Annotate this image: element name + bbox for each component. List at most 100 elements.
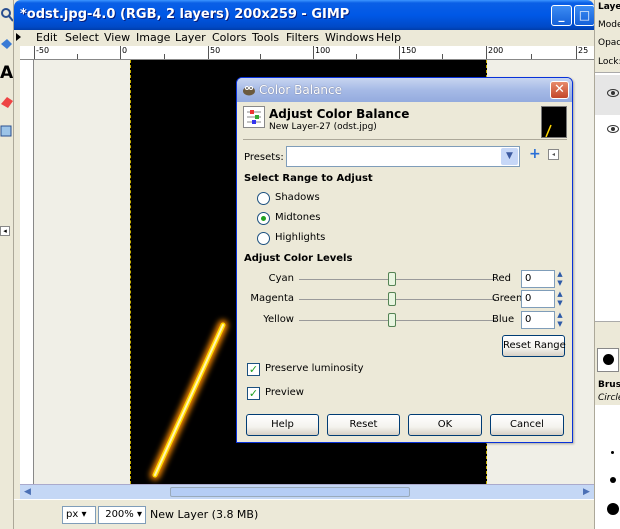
reset-range-button[interactable]: Reset Range — [502, 335, 566, 357]
dialog-titlebar[interactable]: Color Balance ✕ — [237, 78, 572, 102]
layer-row[interactable] — [595, 75, 620, 115]
slider-thumb[interactable] — [388, 272, 396, 286]
level-row-magenta-green: Magenta Green 0 ▲ ▼ — [237, 290, 572, 310]
layer-row[interactable] — [595, 111, 620, 151]
horizontal-scrollbar[interactable]: ◀ ▶ — [20, 484, 594, 500]
level-right-label: Green — [492, 293, 523, 304]
level-left-label: Yellow — [263, 314, 294, 325]
brush-dot[interactable] — [607, 503, 619, 515]
scroll-right-arrow-icon[interactable]: ▶ — [579, 485, 594, 500]
brush-dot[interactable] — [610, 477, 616, 483]
spin-arrows-icon[interactable]: ▲ ▼ — [555, 311, 565, 329]
brush-dot[interactable] — [611, 451, 614, 454]
ruler-label: 0 — [122, 46, 128, 55]
layers-dock: Laye Mode Opac Lock: Brush Circle — [594, 0, 620, 529]
toolbox-expand-icon[interactable]: ◂ — [0, 226, 10, 236]
spin-arrows-icon[interactable]: ▲ ▼ — [555, 270, 565, 288]
radio-button[interactable] — [257, 192, 270, 205]
radio-label: Highlights — [275, 232, 326, 243]
menu-view[interactable]: View — [104, 31, 130, 44]
status-text: New Layer (3.8 MB) — [150, 508, 259, 521]
maximize-button[interactable]: □ — [574, 5, 595, 26]
menu-filters[interactable]: Filters — [286, 31, 319, 44]
checkbox-checked[interactable]: ✓ — [247, 387, 260, 400]
dock-mode-label: Mode — [598, 20, 620, 30]
presets-label: Presets: — [244, 152, 284, 163]
radio-button[interactable] — [257, 212, 270, 225]
dialog-header-title: Adjust Color Balance — [269, 107, 410, 121]
unit-value: px — [66, 509, 79, 520]
slider-thumb[interactable] — [388, 292, 396, 306]
window-titlebar[interactable]: *odst.jpg-4.0 (RGB, 2 layers) 200x259 - … — [14, 0, 595, 30]
dock-opacity-label: Opac — [598, 38, 620, 48]
image-menu-arrow-icon[interactable] — [16, 33, 21, 41]
dialog-title: Color Balance — [259, 83, 343, 97]
magenta-green-spinbox[interactable]: 0 — [521, 290, 555, 308]
yellow-blue-slider[interactable] — [299, 313, 496, 327]
menu-select[interactable]: Select — [65, 31, 99, 44]
unit-select[interactable]: px ▾ — [62, 506, 96, 524]
horizontal-ruler[interactable]: -50 0 50 100 150 200 25 — [20, 46, 594, 60]
radio-button[interactable] — [257, 232, 270, 245]
menu-image[interactable]: Image — [136, 31, 170, 44]
visibility-eye-icon[interactable] — [607, 125, 619, 133]
scrollbar-thumb[interactable] — [170, 487, 410, 497]
menu-tools[interactable]: Tools — [252, 31, 279, 44]
ruler-label: 50 — [210, 46, 221, 55]
checkbox-checked[interactable]: ✓ — [247, 363, 260, 376]
level-left-label: Magenta — [250, 293, 294, 304]
help-button[interactable]: Help — [246, 414, 319, 436]
zoom-select[interactable]: 200% ▾ — [98, 506, 146, 524]
ruler-label: -50 — [36, 46, 50, 55]
brush-preview[interactable] — [597, 348, 619, 372]
ruler-label: 25 — [578, 46, 589, 55]
cancel-button[interactable]: Cancel — [490, 414, 564, 436]
cyan-red-slider[interactable] — [299, 272, 496, 286]
menu-edit[interactable]: Edit — [36, 31, 57, 44]
eraser-tool-icon[interactable] — [0, 92, 13, 110]
menu-colors[interactable]: Colors — [212, 31, 246, 44]
dock-brush-name: Circle — [598, 393, 620, 403]
layers-list[interactable] — [595, 72, 620, 322]
magnify-tool-icon[interactable] — [0, 6, 14, 24]
menu-help[interactable]: Help — [376, 31, 401, 44]
toolbox-strip: A ◂ — [0, 0, 14, 529]
ok-button[interactable]: OK — [408, 414, 482, 436]
magenta-green-slider[interactable] — [299, 292, 496, 306]
dialog-header: Adjust Color Balance New Layer-27 (odst.… — [243, 106, 567, 140]
text-tool-icon[interactable]: A — [0, 64, 13, 82]
layer-preview-thumbnail — [541, 106, 567, 138]
dock-layers-title: Laye — [598, 2, 620, 12]
gimp-wilber-icon — [243, 86, 255, 96]
scroll-left-arrow-icon[interactable]: ◀ — [20, 485, 35, 500]
dock-brushes-title: Brush — [598, 380, 620, 390]
radio-label: Shadows — [275, 192, 320, 203]
radio-label: Midtones — [275, 212, 321, 223]
minimize-button[interactable]: _ — [551, 5, 572, 26]
statusbar: px ▾ 200% ▾ New Layer (3.8 MB) — [14, 499, 594, 529]
level-right-label: Blue — [492, 314, 515, 325]
dialog-close-button[interactable]: ✕ — [550, 81, 569, 99]
reset-button[interactable]: Reset — [327, 414, 400, 436]
add-preset-icon[interactable]: + — [529, 147, 541, 161]
presets-combobox[interactable]: ▼ — [286, 146, 520, 167]
brushes-grid[interactable] — [595, 405, 620, 529]
dialog-header-subtitle: New Layer-27 (odst.jpg) — [269, 122, 377, 132]
menu-layer[interactable]: Layer — [175, 31, 206, 44]
level-row-yellow-blue: Yellow Blue 0 ▲ ▼ — [237, 311, 572, 331]
slider-thumb[interactable] — [388, 313, 396, 327]
yellow-blue-spinbox[interactable]: 0 — [521, 311, 555, 329]
visibility-eye-icon[interactable] — [607, 89, 619, 97]
bucket-fill-tool-icon[interactable] — [0, 36, 13, 54]
preset-menu-icon[interactable]: ◂ — [548, 149, 559, 160]
level-left-label: Cyan — [268, 273, 294, 284]
clone-tool-icon[interactable] — [0, 122, 13, 140]
window-title: *odst.jpg-4.0 (RGB, 2 layers) 200x259 - … — [20, 7, 350, 22]
checkbox-label: Preserve luminosity — [265, 363, 364, 374]
vertical-ruler[interactable] — [20, 60, 34, 484]
menu-windows[interactable]: Windows — [325, 31, 374, 44]
cyan-red-spinbox[interactable]: 0 — [521, 270, 555, 288]
chevron-down-icon[interactable]: ▼ — [501, 148, 518, 165]
spin-arrows-icon[interactable]: ▲ ▼ — [555, 290, 565, 308]
levels-section-heading: Adjust Color Levels — [244, 253, 353, 264]
